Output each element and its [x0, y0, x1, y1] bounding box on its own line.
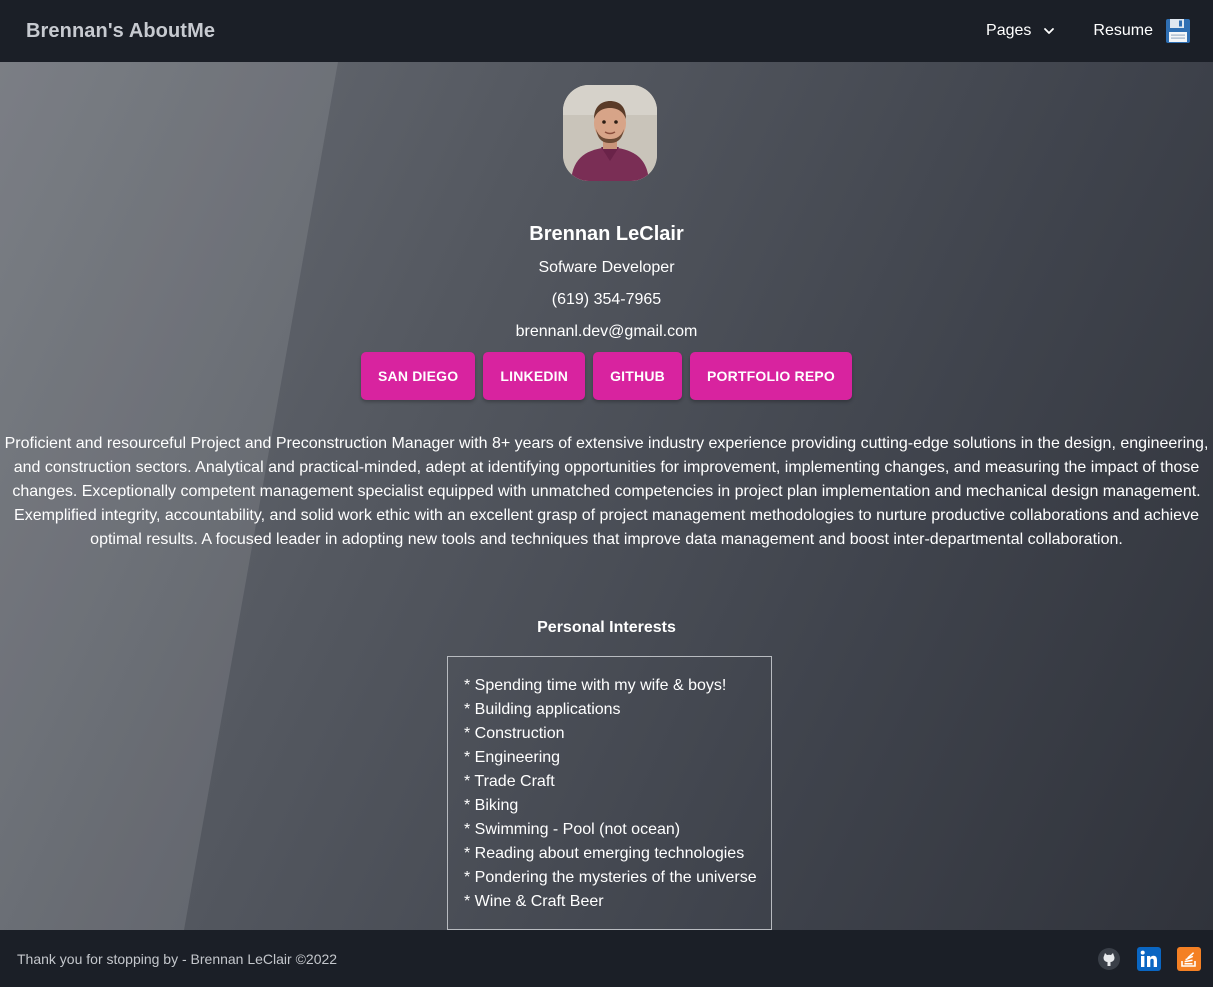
chevron-down-icon — [1044, 28, 1055, 34]
github-button[interactable]: GITHUB — [593, 352, 682, 400]
page-footer: Thank you for stopping by - Brennan LeCl… — [0, 930, 1213, 987]
list-item: * Construction — [464, 725, 565, 742]
list-item: * Engineering — [464, 749, 561, 766]
github-icon[interactable] — [1097, 947, 1121, 971]
avatar — [563, 85, 657, 181]
list-item: * Wine & Craft Beer — [464, 893, 604, 910]
footer-copyright: Thank you for stopping by - Brennan LeCl… — [17, 950, 338, 967]
list-item: * Building applications — [464, 701, 621, 718]
main-content: Brennan LeClair Sofware Developer (619) … — [0, 62, 1213, 930]
portfolio-repo-button[interactable]: PORTFOLIO REPO — [689, 352, 852, 400]
profile-links: SAN DIEGO LINKEDIN GITHUB PORTFOLIO REPO — [0, 352, 1213, 400]
pages-label: Pages — [986, 22, 1032, 39]
resume-link[interactable]: Resume — [1093, 18, 1191, 44]
list-item: * Biking — [464, 797, 519, 814]
bio-paragraph: Proficient and resourceful Project and P… — [4, 435, 1209, 548]
profile-email: brennanl.dev@gmail.com — [515, 323, 698, 340]
interests-title: Personal Interests — [537, 619, 676, 636]
list-item: * Reading about emerging technologies — [464, 845, 745, 862]
footer-social-links — [1097, 946, 1201, 971]
resume-label: Resume — [1093, 22, 1153, 39]
stackoverflow-icon[interactable] — [1177, 946, 1201, 971]
list-item: * Trade Craft — [464, 773, 555, 790]
nav-links: Pages Resume — [986, 18, 1191, 44]
profile-photo — [563, 85, 657, 181]
floppy-disk-icon — [1166, 19, 1190, 43]
pages-dropdown[interactable]: Pages — [986, 22, 1055, 40]
linkedin-button[interactable]: LINKEDIN — [483, 352, 586, 400]
profile-name: Brennan LeClair — [529, 223, 684, 245]
interests-list: * Spending time with my wife & boys! * B… — [447, 656, 772, 930]
profile-phone: (619) 354-7965 — [551, 291, 662, 308]
profile-role: Sofware Developer — [538, 259, 675, 276]
list-item: * Pondering the mysteries of the univers… — [464, 869, 757, 886]
san-diego-button[interactable]: SAN DIEGO — [361, 352, 476, 400]
top-navbar: Brennan's AboutMe Pages Resume — [0, 0, 1213, 62]
linkedin-icon[interactable] — [1137, 946, 1161, 971]
list-item: * Spending time with my wife & boys! — [464, 677, 727, 694]
site-brand[interactable]: Brennan's AboutMe — [26, 20, 215, 43]
list-item: * Swimming - Pool (not ocean) — [464, 821, 681, 838]
